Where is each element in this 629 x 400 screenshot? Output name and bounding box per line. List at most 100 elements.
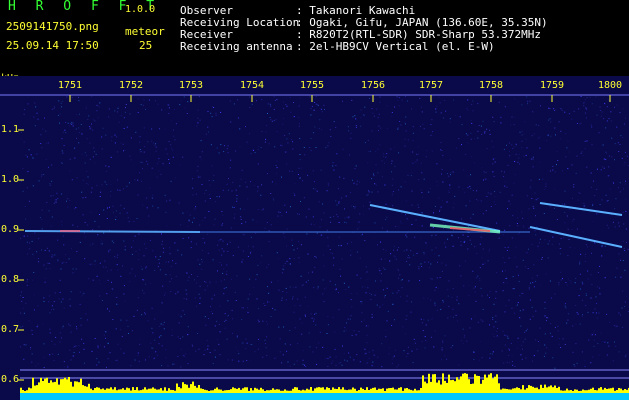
noise-speck <box>394 319 395 321</box>
noise-speck <box>558 243 560 245</box>
noise-speck <box>384 162 385 164</box>
noise-speck <box>23 307 25 309</box>
noise-speck <box>127 325 129 327</box>
noise-speck <box>626 295 628 297</box>
noise-speck <box>433 346 435 348</box>
noise-speck <box>222 214 224 216</box>
noise-speck <box>322 203 323 205</box>
noise-speck <box>110 195 111 197</box>
noise-speck <box>422 123 424 125</box>
noise-speck <box>173 363 175 365</box>
signal-level-bar <box>550 385 552 393</box>
noise-speck <box>378 130 379 132</box>
noise-speck <box>145 283 147 285</box>
floor-band <box>20 393 629 400</box>
noise-speck <box>36 326 38 328</box>
noise-speck <box>543 213 545 214</box>
noise-speck <box>568 239 570 240</box>
noise-speck <box>180 366 182 368</box>
noise-speck <box>141 314 143 316</box>
noise-speck <box>299 138 301 139</box>
noise-speck <box>233 206 235 208</box>
noise-speck <box>614 159 615 161</box>
noise-speck <box>324 109 325 110</box>
noise-speck <box>406 218 408 220</box>
noise-speck <box>41 219 43 221</box>
noise-speck <box>356 180 358 182</box>
signal-level-bar <box>362 388 364 393</box>
noise-speck <box>117 254 119 256</box>
noise-speck <box>489 133 491 135</box>
signal-level-bar <box>128 388 130 393</box>
signal-level-bar <box>614 390 616 393</box>
noise-speck <box>188 276 190 278</box>
noise-speck <box>398 97 400 99</box>
noise-speck <box>170 144 172 146</box>
noise-speck <box>519 131 521 133</box>
noise-speck <box>605 158 607 160</box>
noise-speck <box>338 201 340 203</box>
signal-level-bar <box>230 389 232 393</box>
noise-speck <box>463 241 465 243</box>
signal-level-bar <box>184 384 186 393</box>
noise-speck <box>303 197 305 199</box>
y-tick-0-6: 0.6 <box>1 374 20 385</box>
noise-speck <box>147 163 149 165</box>
noise-speck <box>540 284 542 286</box>
noise-speck <box>421 225 423 227</box>
noise-speck <box>604 341 606 343</box>
noise-speck <box>424 336 426 338</box>
noise-speck <box>391 358 393 360</box>
noise-speck <box>308 332 310 334</box>
noise-speck <box>622 137 624 139</box>
noise-speck <box>207 285 209 287</box>
noise-speck <box>39 217 41 219</box>
noise-speck <box>554 207 555 209</box>
noise-speck <box>525 357 527 359</box>
noise-speck <box>260 147 262 148</box>
noise-speck <box>391 160 393 162</box>
noise-speck <box>282 291 284 292</box>
noise-speck <box>583 105 585 107</box>
signal-level-bar <box>206 390 208 393</box>
signal-level-bar <box>466 373 468 393</box>
noise-speck <box>235 300 237 301</box>
noise-speck <box>59 113 61 115</box>
noise-speck <box>151 128 153 130</box>
noise-speck <box>182 156 184 158</box>
noise-speck <box>227 314 229 316</box>
noise-speck <box>208 131 209 133</box>
noise-speck <box>528 208 530 210</box>
noise-speck <box>614 106 615 108</box>
noise-speck <box>587 270 589 272</box>
noise-speck <box>512 276 514 278</box>
signal-level-bar <box>84 386 86 393</box>
noise-speck <box>595 296 597 298</box>
signal-level-bar <box>568 390 570 393</box>
noise-speck <box>526 328 528 330</box>
noise-speck <box>141 268 143 270</box>
noise-speck <box>543 188 545 190</box>
noise-speck <box>75 207 77 209</box>
noise-speck <box>38 238 40 240</box>
noise-speck <box>63 131 64 133</box>
noise-speck <box>152 194 154 196</box>
noise-speck <box>60 102 62 104</box>
noise-speck <box>86 105 88 107</box>
noise-speck <box>73 346 74 348</box>
noise-speck <box>609 188 611 190</box>
noise-speck <box>379 144 381 146</box>
noise-speck <box>580 122 582 124</box>
noise-speck <box>587 311 589 313</box>
noise-speck <box>63 261 65 263</box>
noise-speck <box>249 359 251 361</box>
noise-speck <box>581 281 583 283</box>
noise-speck <box>79 291 81 293</box>
noise-speck <box>135 250 137 252</box>
signal-level-bar <box>212 390 214 393</box>
noise-speck <box>608 345 610 347</box>
noise-speck <box>561 203 563 205</box>
noise-speck <box>465 153 467 155</box>
noise-speck <box>285 211 287 213</box>
noise-speck <box>392 205 393 207</box>
